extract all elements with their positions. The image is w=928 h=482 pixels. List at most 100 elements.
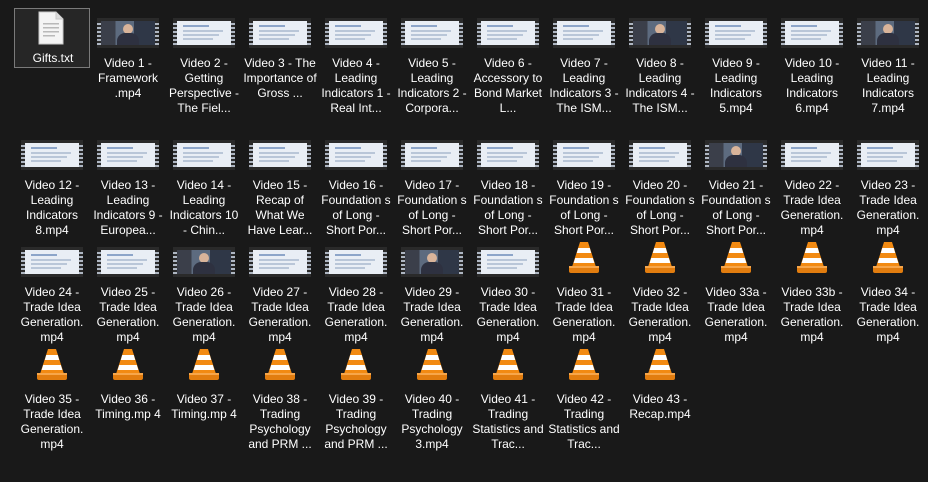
file-thumbnail	[473, 130, 543, 178]
file-item[interactable]: Video 24 - Trade Idea Generation. mp4	[14, 237, 90, 344]
text-file-icon	[38, 11, 64, 45]
file-item[interactable]: Video 5 - Leading Indicators 2 - Corpora…	[394, 8, 470, 115]
vlc-cone-icon	[341, 349, 371, 380]
file-item[interactable]: Video 13 - Leading Indicators 9 - Europe…	[90, 130, 166, 237]
file-item[interactable]: Video 26 - Trade Idea Generation. mp4	[166, 237, 242, 344]
video-thumbnail-icon	[325, 18, 387, 48]
file-item[interactable]: Video 17 - Foundation s of Long - Short …	[394, 130, 470, 237]
file-item[interactable]: Video 1 - Framework .mp4	[90, 8, 166, 112]
file-item[interactable]: Video 16 - Foundation s of Long - Short …	[318, 130, 394, 237]
video-thumbnail-icon	[705, 18, 767, 48]
file-item[interactable]: Video 33b - Trade Idea Generation. mp4	[774, 237, 850, 344]
file-thumbnail	[93, 8, 163, 56]
file-thumbnail	[397, 130, 467, 178]
file-name: Video 20 - Foundation s of Long - Short …	[625, 178, 695, 237]
file-thumbnail	[93, 130, 163, 178]
file-thumbnail	[321, 8, 391, 56]
file-item[interactable]: Video 38 - Trading Psychology and PRM ..…	[242, 344, 318, 451]
vlc-cone-icon	[645, 242, 675, 273]
video-thumbnail-icon	[553, 18, 615, 48]
file-thumbnail	[397, 237, 467, 285]
file-grid: Gifts.txt Video 1 - Framework .mp4 Video 2…	[0, 0, 928, 482]
file-item[interactable]: Video 14 - Leading Indicators 10 - Chin.…	[166, 130, 242, 237]
file-item[interactable]: Video 40 - Trading Psychology 3.mp4	[394, 344, 470, 451]
file-item[interactable]: Video 23 - Trade Idea Generation. mp4	[850, 130, 926, 237]
video-thumbnail-icon	[401, 247, 463, 277]
file-item[interactable]: Video 8 - Leading Indicators 4 - The ISM…	[622, 8, 698, 115]
file-thumbnail	[701, 237, 771, 285]
file-thumbnail	[549, 344, 619, 392]
file-item[interactable]: Video 4 - Leading Indicators 1 - Real In…	[318, 8, 394, 115]
file-name: Video 9 - Leading Indicators 5.mp4	[709, 56, 763, 115]
file-name: Video 37 - Timing.mp 4	[171, 392, 237, 421]
file-item[interactable]: Video 30 - Trade Idea Generation. mp4	[470, 237, 546, 344]
vlc-cone-icon	[645, 349, 675, 380]
file-item[interactable]: Video 15 - Recap of What We Have Lear...	[242, 130, 318, 237]
file-name: Video 38 - Trading Psychology and PRM ..…	[248, 392, 312, 451]
vlc-cone-icon	[265, 349, 295, 380]
file-thumbnail	[625, 8, 695, 56]
file-item[interactable]: Video 42 - Trading Statistics and Trac..…	[546, 344, 622, 451]
file-thumbnail	[853, 8, 923, 56]
file-name: Video 16 - Foundation s of Long - Short …	[321, 178, 391, 237]
file-item[interactable]: Video 25 - Trade Idea Generation. mp4	[90, 237, 166, 344]
file-name: Gifts.txt	[32, 51, 74, 65]
file-item[interactable]: Video 27 - Trade Idea Generation. mp4	[242, 237, 318, 344]
file-item[interactable]: Video 2 - Getting Perspective - The Fiel…	[166, 8, 242, 115]
video-thumbnail-icon	[781, 18, 843, 48]
file-thumbnail	[777, 130, 847, 178]
file-item[interactable]: Gifts.txt	[14, 8, 90, 68]
file-item[interactable]: Video 41 - Trading Statistics and Trac..…	[470, 344, 546, 451]
file-name: Video 1 - Framework .mp4	[97, 56, 158, 100]
file-name: Video 40 - Trading Psychology 3.mp4	[401, 392, 463, 451]
file-item[interactable]: Video 20 - Foundation s of Long - Short …	[622, 130, 698, 237]
video-thumbnail-icon	[477, 247, 539, 277]
file-thumbnail	[17, 344, 87, 392]
video-thumbnail-icon	[629, 18, 691, 48]
file-name: Video 2 - Getting Perspective - The Fiel…	[168, 56, 240, 115]
file-item[interactable]: Video 33a - Trade Idea Generation. mp4	[698, 237, 774, 344]
file-thumbnail	[777, 237, 847, 285]
file-thumbnail	[169, 130, 239, 178]
file-item[interactable]: Video 9 - Leading Indicators 5.mp4	[698, 8, 774, 115]
file-item[interactable]: Video 34 - Trade Idea Generation. mp4	[850, 237, 926, 344]
file-item[interactable]: Video 7 - Leading Indicators 3 - The ISM…	[546, 8, 622, 115]
file-item[interactable]: Video 22 - Trade Idea Generation. mp4	[774, 130, 850, 237]
file-item[interactable]: Video 6 - Accessory to Bond Market L...	[470, 8, 546, 115]
file-item[interactable]: Video 29 - Trade Idea Generation. mp4	[394, 237, 470, 344]
file-item[interactable]: Video 39 - Trading Psychology and PRM ..…	[318, 344, 394, 451]
file-thumbnail	[169, 8, 239, 56]
video-thumbnail-icon	[173, 18, 235, 48]
file-name: Video 17 - Foundation s of Long - Short …	[397, 178, 467, 237]
file-item[interactable]: Video 12 - Leading Indicators 8.mp4	[14, 130, 90, 237]
file-item[interactable]: Video 18 - Foundation s of Long - Short …	[470, 130, 546, 237]
file-name: Video 27 - Trade Idea Generation. mp4	[248, 285, 312, 344]
file-name: Video 24 - Trade Idea Generation. mp4	[20, 285, 84, 344]
file-thumbnail	[473, 8, 543, 56]
file-name: Video 10 - Leading Indicators 6.mp4	[784, 56, 840, 115]
file-item[interactable]: Video 3 - The Importance of Gross ...	[242, 8, 318, 112]
video-thumbnail-icon	[97, 247, 159, 277]
file-item[interactable]: Video 35 - Trade Idea Generation. mp4	[14, 344, 90, 451]
file-thumbnail	[397, 344, 467, 392]
file-name: Video 7 - Leading Indicators 3 - The ISM…	[549, 56, 619, 115]
file-item[interactable]: Video 21 - Foundation s of Long - Short …	[698, 130, 774, 237]
file-item[interactable]: Video 36 - Timing.mp 4	[90, 344, 166, 448]
file-thumbnail	[169, 237, 239, 285]
file-item[interactable]: Video 28 - Trade Idea Generation. mp4	[318, 237, 394, 344]
vlc-cone-icon	[721, 242, 751, 273]
video-thumbnail-icon	[325, 247, 387, 277]
file-item[interactable]: Video 37 - Timing.mp 4	[166, 344, 242, 448]
file-item[interactable]: Video 10 - Leading Indicators 6.mp4	[774, 8, 850, 115]
video-thumbnail-icon	[705, 140, 767, 170]
file-item[interactable]: Video 32 - Trade Idea Generation. mp4	[622, 237, 698, 344]
vlc-cone-icon	[569, 242, 599, 273]
file-item[interactable]: Video 19 - Foundation s of Long - Short …	[546, 130, 622, 237]
file-item[interactable]: Video 31 - Trade Idea Generation. mp4	[546, 237, 622, 344]
file-thumbnail	[17, 9, 87, 57]
file-item[interactable]: Video 11 - Leading Indicators 7.mp4	[850, 8, 926, 115]
video-thumbnail-icon	[553, 140, 615, 170]
video-thumbnail-icon	[21, 247, 83, 277]
video-thumbnail-icon	[325, 140, 387, 170]
file-item[interactable]: Video 43 - Recap.mp4	[622, 344, 698, 448]
